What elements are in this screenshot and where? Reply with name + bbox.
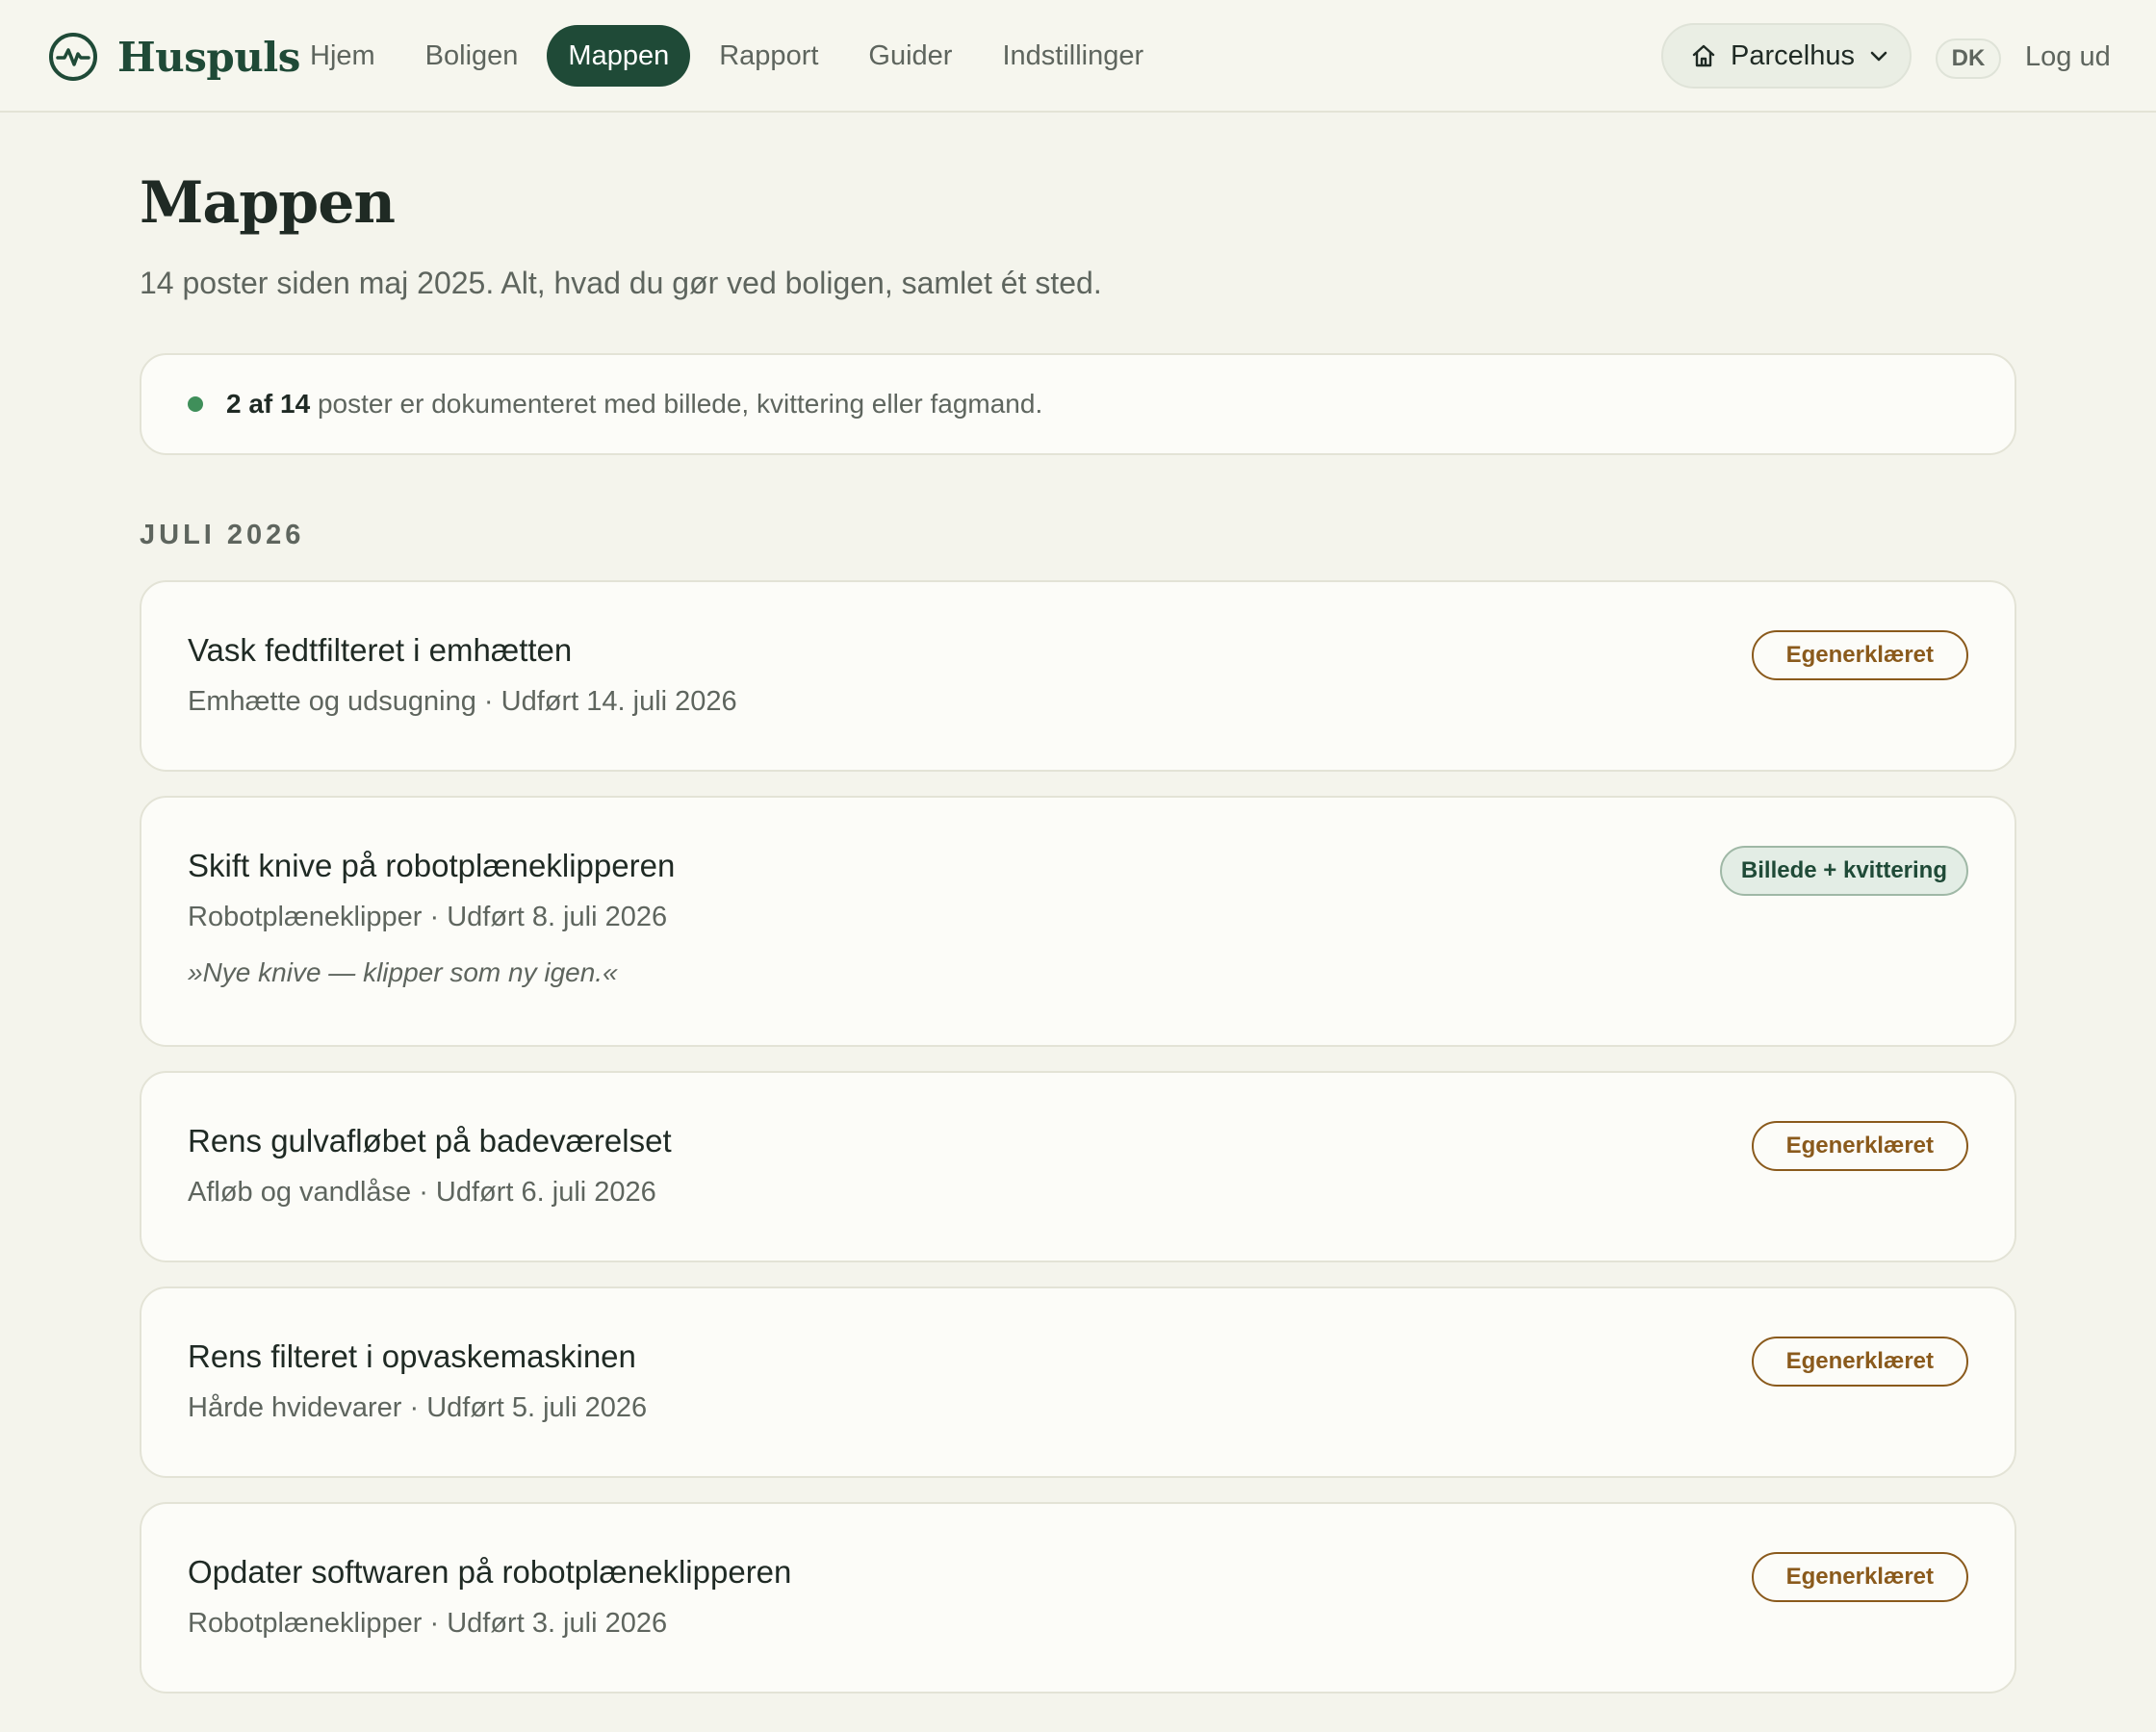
entry-card[interactable]: Rens gulvafløbet på badeværelset Afløb o… xyxy=(140,1071,2016,1262)
entry-meta: Hårde hvidevarer · Udført 5. juli 2026 xyxy=(188,1392,648,1423)
entry-card[interactable]: Opdater softwaren på robotplæneklipperen… xyxy=(140,1502,2016,1694)
logout-link[interactable]: Log ud xyxy=(2025,38,2111,75)
nav-item-guider[interactable]: Guider xyxy=(847,25,973,87)
entry-note: »Nye knive — klipper som ny igen.« xyxy=(188,957,618,987)
entry-card[interactable]: Vask fedtfilteret i emhætten Emhætte og … xyxy=(140,580,2016,772)
brand-name: Huspuls xyxy=(117,33,300,81)
entry-meta: Robotplæneklipper · Udført 3. juli 2026 xyxy=(188,1608,668,1639)
home-icon xyxy=(1692,44,1715,67)
status-badge: Egenerklæret xyxy=(1751,1121,1968,1171)
documentation-description: poster er dokumenteret med billede, kvit… xyxy=(317,389,1043,419)
main-nav: Hjem Boligen Mappen Rapport Guider Indst… xyxy=(289,25,1172,87)
nav-item-rapport[interactable]: Rapport xyxy=(698,25,839,87)
entry-card[interactable]: Skift knive på robotplæneklipperen Robot… xyxy=(140,796,2016,1047)
chevron-down-icon xyxy=(1870,51,1887,62)
entry-title: Vask fedtfilteret i emhætten xyxy=(188,632,573,668)
entry-meta: Emhætte og udsugning · Udført 14. juli 2… xyxy=(188,686,737,717)
status-badge: Egenerklæret xyxy=(1751,1337,1968,1387)
page-title: Mappen xyxy=(140,169,396,237)
entry-title: Rens filteret i opvaskemaskinen xyxy=(188,1338,636,1374)
status-badge: Egenerklæret xyxy=(1751,630,1968,680)
pulse-circle-icon xyxy=(49,33,97,81)
month-section-heading: JULI 2026 xyxy=(140,520,305,550)
status-badge: Egenerklæret xyxy=(1751,1552,1968,1602)
entry-title: Opdater softwaren på robotplæneklipperen xyxy=(188,1554,792,1590)
house-selector[interactable]: Parcelhus xyxy=(1661,23,1912,89)
entry-meta: Robotplæneklipper · Udført 8. juli 2026 xyxy=(188,902,668,932)
documentation-summary-text: 2 af 14 poster er dokumenteret med bille… xyxy=(226,389,1042,420)
status-dot xyxy=(188,396,203,412)
documentation-summary: 2 af 14 poster er dokumenteret med bille… xyxy=(140,353,2016,455)
nav-item-hjem[interactable]: Hjem xyxy=(289,25,397,87)
nav-item-indstillinger[interactable]: Indstillinger xyxy=(981,25,1165,87)
entry-title: Skift knive på robotplæneklipperen xyxy=(188,848,676,883)
house-selector-label: Parcelhus xyxy=(1731,39,1855,71)
nav-item-mappen[interactable]: Mappen xyxy=(547,25,691,87)
entry-card[interactable]: Rens filteret i opvaskemaskinen Hårde hv… xyxy=(140,1286,2016,1478)
nav-item-boligen[interactable]: Boligen xyxy=(404,25,540,87)
brand-logo[interactable]: Huspuls xyxy=(48,31,300,83)
status-badge: Billede + kvittering xyxy=(1719,846,1968,896)
page-subtitle: 14 poster siden maj 2025. Alt, hvad du g… xyxy=(140,266,1102,300)
entry-title: Rens gulvafløbet på badeværelset xyxy=(188,1123,672,1159)
language-toggle[interactable]: DK xyxy=(1936,38,2001,79)
entry-meta: Afløb og vandlåse · Udført 6. juli 2026 xyxy=(188,1177,656,1208)
documentation-count: 2 af 14 xyxy=(226,389,311,419)
top-navigation-bar: Huspuls Hjem Boligen Mappen Rapport Guid… xyxy=(0,0,2156,113)
